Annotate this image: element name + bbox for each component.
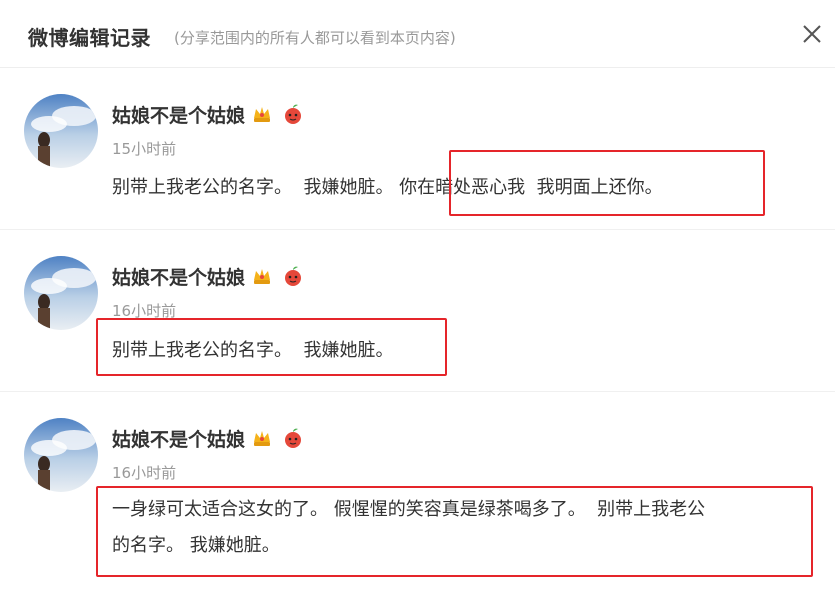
highlight-box (96, 486, 813, 577)
close-icon[interactable] (798, 20, 826, 48)
avatar[interactable] (24, 418, 98, 492)
highlight-box (449, 150, 765, 216)
user-row: 姑娘不是个姑娘 (112, 263, 305, 289)
edit-history-dialog: 微博编辑记录 (分享范围内的所有人都可以看到本页内容) 姑娘不是个姑娘 15小时… (0, 0, 835, 590)
user-name[interactable]: 姑娘不是个姑娘 (112, 425, 245, 452)
avatar[interactable] (24, 94, 98, 168)
edit-record: 姑娘不是个姑娘 16小时前 一身绿可太适合这女的了。 假惺惺的笑容真是绿茶喝多了… (0, 392, 835, 590)
edit-record: 姑娘不是个姑娘 15小时前 别带上我老公的名字。 我嫌她脏。 你在暗处恶心我 我… (0, 68, 835, 230)
user-name[interactable]: 姑娘不是个姑娘 (112, 101, 245, 128)
apple-mascot-icon (285, 428, 302, 448)
crown-badge-icon (254, 269, 271, 284)
edit-record: 姑娘不是个姑娘 16小时前 别带上我老公的名字。 我嫌她脏。 (0, 230, 835, 392)
apple-mascot-icon (285, 266, 302, 286)
crown-badge-icon (254, 431, 271, 446)
timestamp: 15小时前 (112, 140, 177, 158)
dialog-header: 微博编辑记录 (分享范围内的所有人都可以看到本页内容) (0, 0, 835, 68)
dialog-title: 微博编辑记录 (28, 26, 151, 50)
avatar[interactable] (24, 256, 98, 330)
timestamp: 16小时前 (112, 464, 177, 482)
user-row: 姑娘不是个姑娘 (112, 101, 305, 127)
crown-badge-icon (254, 107, 271, 122)
dialog-subtitle: (分享范围内的所有人都可以看到本页内容) (174, 29, 456, 47)
user-row: 姑娘不是个姑娘 (112, 425, 305, 451)
user-name[interactable]: 姑娘不是个姑娘 (112, 263, 245, 290)
apple-mascot-icon (285, 104, 302, 124)
highlight-box (96, 318, 447, 376)
